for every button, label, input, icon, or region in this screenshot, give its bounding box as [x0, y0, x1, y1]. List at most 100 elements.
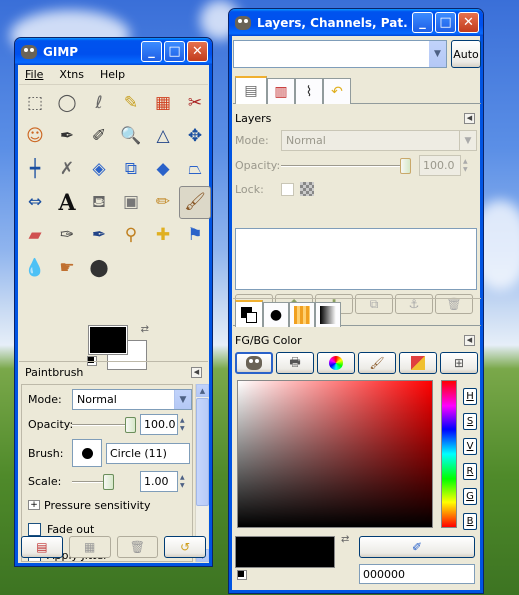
tool-button[interactable]: A — [51, 186, 83, 219]
close-button[interactable]: ✕ — [458, 12, 479, 33]
slider-thumb[interactable] — [125, 416, 136, 433]
tool-button[interactable]: ⚑ — [179, 219, 211, 252]
minimize-button[interactable]: _ — [141, 41, 162, 62]
tool-button[interactable]: 🔍 — [115, 120, 147, 153]
slider-thumb[interactable] — [103, 473, 114, 490]
brush-name-field[interactable]: Circle (11) — [106, 442, 190, 464]
tool-button[interactable]: ⛾ — [83, 186, 115, 219]
fgbg-display[interactable]: ⇄ — [235, 534, 353, 584]
tool-button[interactable]: ⚲ — [115, 219, 147, 252]
chevron-down-icon[interactable]: ▼ — [429, 41, 446, 67]
tool-button[interactable]: ⇔ — [19, 186, 51, 219]
chevron-down-icon[interactable]: ▼ — [459, 131, 476, 150]
maximize-button[interactable]: □ — [435, 12, 456, 33]
menu-help[interactable]: Help — [100, 68, 125, 81]
spin-arrows-icon[interactable]: ▲ ▼ — [180, 417, 185, 433]
opacity-slider[interactable] — [72, 416, 136, 433]
toolbox-titlebar[interactable]: GIMP _ □ ✕ — [15, 38, 212, 65]
tab-gradients[interactable] — [315, 302, 341, 327]
dock-titlebar[interactable]: Layers, Channels, Pat... _ □ ✕ — [229, 9, 483, 36]
tool-button[interactable]: ✗ — [51, 153, 83, 186]
channel-button-v[interactable]: V — [463, 438, 477, 455]
tab-fgbg[interactable] — [235, 300, 263, 327]
tool-button[interactable]: ✐ — [83, 120, 115, 153]
scroll-thumb[interactable] — [196, 398, 209, 506]
triangle-selector-button[interactable] — [317, 352, 355, 374]
tool-button[interactable]: ⏢ — [179, 153, 211, 186]
tab-patterns[interactable] — [289, 302, 315, 327]
tab-channels[interactable]: ▥ — [267, 78, 295, 104]
hex-field[interactable]: 000000 — [359, 564, 475, 584]
tool-button[interactable]: ✑ — [51, 219, 83, 252]
mode-combo[interactable]: Normal ▼ — [72, 389, 192, 410]
slider-thumb[interactable] — [400, 157, 411, 174]
chevron-down-icon[interactable]: ▼ — [174, 390, 191, 409]
tool-button[interactable]: ✒ — [51, 120, 83, 153]
default-colors-icon[interactable] — [237, 570, 247, 580]
tool-button[interactable]: ⬚ — [19, 87, 51, 120]
tool-button[interactable]: ▦ — [147, 87, 179, 120]
scales-selector-button[interactable]: ⊞ — [440, 352, 478, 374]
panel-menu-icon[interactable]: ◀ — [464, 112, 475, 124]
foreground-color-swatch[interactable] — [235, 536, 335, 568]
layers-opacity-spinbox[interactable]: 100.0 — [419, 155, 461, 176]
save-options-button[interactable]: ▤ — [21, 536, 63, 558]
layers-opacity-slider[interactable] — [281, 157, 411, 174]
delete-options-button[interactable]: 🗑 — [116, 536, 159, 558]
tool-button[interactable]: ◯ — [51, 87, 83, 120]
scale-slider[interactable] — [72, 473, 114, 490]
minimize-button[interactable]: _ — [412, 12, 433, 33]
restore-options-button[interactable]: ▦ — [68, 536, 111, 558]
spin-arrows-icon[interactable]: ▲ ▼ — [463, 158, 468, 174]
tab-paths[interactable]: ⌇ — [295, 78, 323, 104]
tab-undo[interactable]: ↶ — [323, 78, 351, 104]
tool-button[interactable]: △ — [147, 120, 179, 153]
channel-button-h[interactable]: H — [463, 388, 477, 405]
fade-out-checkbox[interactable] — [28, 522, 41, 536]
auto-button[interactable]: Auto — [451, 40, 481, 68]
layers-mode-combo[interactable]: Normal ▼ — [281, 130, 477, 151]
tool-button[interactable]: ◈ — [83, 153, 115, 186]
color-picker-button[interactable]: ✐ — [359, 536, 475, 558]
tool-button[interactable]: ✂ — [179, 87, 211, 120]
tool-button[interactable]: ◆ — [147, 153, 179, 186]
panel-menu-icon[interactable]: ◀ — [191, 366, 202, 378]
palette-selector-button[interactable] — [399, 352, 437, 374]
image-selector-combo[interactable]: ▼ — [233, 40, 447, 68]
tool-button[interactable]: ✏ — [147, 186, 179, 219]
hue-strip[interactable] — [441, 380, 457, 528]
channel-button-s[interactable]: S — [463, 413, 477, 430]
tool-button[interactable]: ▣ — [115, 186, 147, 219]
tool-button[interactable]: ✒ — [83, 219, 115, 252]
swap-colors-icon[interactable]: ⇄ — [341, 534, 349, 545]
layers-list[interactable] — [235, 228, 477, 290]
expander-plus-icon[interactable]: + — [28, 500, 40, 510]
reset-options-button[interactable]: ↺ — [164, 536, 206, 558]
tool-button[interactable]: ℓ — [83, 87, 115, 120]
gimp-selector-button[interactable] — [235, 352, 273, 374]
tool-button[interactable]: ✎ — [115, 87, 147, 120]
brush-preview-button[interactable] — [72, 439, 102, 467]
menu-xtns[interactable]: Xtns — [59, 68, 84, 81]
tool-button[interactable]: 💧 — [19, 252, 51, 285]
pressure-sensitivity-label[interactable]: Pressure sensitivity — [44, 499, 150, 512]
channel-button-r[interactable]: R — [463, 463, 477, 480]
tool-button[interactable]: ▰ — [19, 219, 51, 252]
tool-button[interactable]: ☺ — [19, 120, 51, 153]
panel-menu-icon[interactable]: ◀ — [464, 334, 475, 346]
saturation-value-picker[interactable] — [237, 380, 433, 528]
tool-button[interactable]: 🖌 — [179, 186, 211, 219]
scroll-up-icon[interactable]: ▲ — [196, 384, 209, 397]
foreground-color-swatch[interactable] — [88, 325, 128, 355]
channel-button-b[interactable]: B — [463, 513, 477, 530]
lock-alpha-checkbox[interactable] — [281, 182, 294, 196]
menu-file[interactable]: File — [25, 68, 43, 81]
cmyk-selector-button[interactable]: 🖶 — [276, 352, 314, 374]
spin-arrows-icon[interactable]: ▲ ▼ — [180, 474, 185, 490]
tool-button[interactable]: ┿ — [19, 153, 51, 186]
tool-button[interactable]: ⬤ — [83, 252, 115, 285]
tab-brushes[interactable]: ● — [263, 302, 289, 327]
tab-layers[interactable]: ▤ — [235, 76, 267, 104]
scale-spinbox[interactable]: 1.00 — [140, 471, 178, 492]
swap-colors-icon[interactable]: ⇄ — [141, 324, 149, 335]
